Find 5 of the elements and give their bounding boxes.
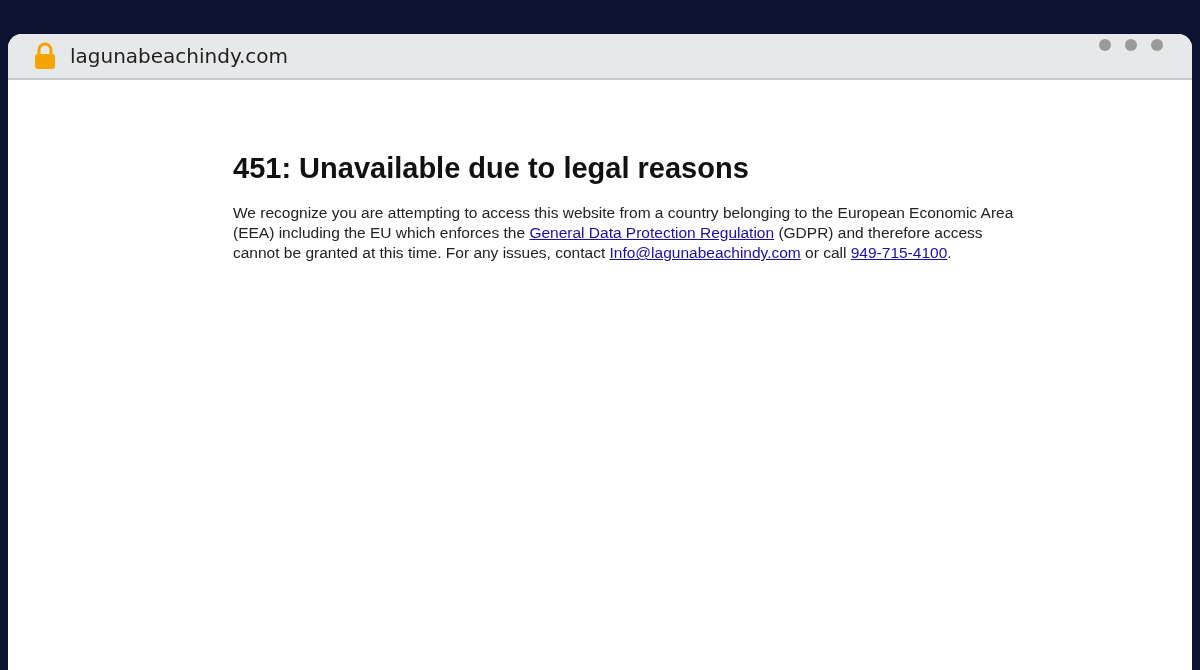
text-link[interactable]: Info@lagunabeachindy.com: [609, 244, 801, 262]
notice-paragraph: We recognize you are attempting to access this website from a country belonging to the European Economic Area (EEA) including the EU which enforces the General Data Protection Regulation (GDPR) and therefore access cannot be granted at this time. For any issues, contact Info@lagunabeachindy.com or call 949-715-4100.: [233, 203, 1015, 264]
page-heading: 451: Unavailable due to legal reasons: [233, 152, 750, 185]
text-link[interactable]: General Data Protection Regulation: [529, 224, 775, 242]
address-text: lagunabeachindy.com: [70, 44, 289, 68]
